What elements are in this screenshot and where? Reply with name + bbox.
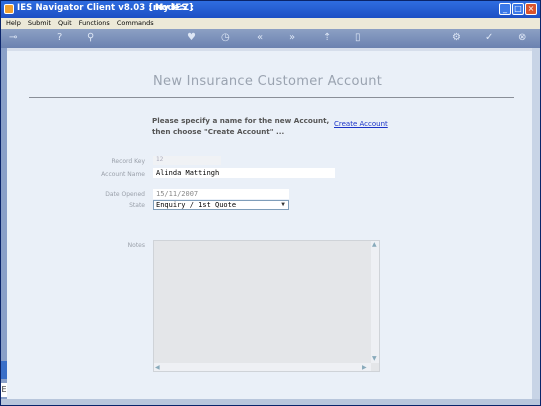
scroll-left-icon[interactable]: ◀ <box>155 364 160 371</box>
settings-icon[interactable]: ⚙ <box>452 32 461 44</box>
menu-help[interactable]: Help <box>6 19 21 27</box>
account-name-input[interactable]: Alinda Mattingh <box>153 168 335 178</box>
instruction-line-1: Please specify a name for the new Accoun… <box>152 116 330 125</box>
menu-commands[interactable]: Commands <box>117 19 154 27</box>
account-name-label: Account Name <box>101 171 145 178</box>
clock-icon[interactable]: ◷ <box>221 32 230 44</box>
toolbar: ⊸ ? ⚲ ♥ ◷ « » ⇡ ▯ ⚙ ✓ ⊗ <box>1 29 540 48</box>
record-key-label: Record Key <box>111 158 145 165</box>
menu-submit[interactable]: Submit <box>28 19 51 27</box>
date-opened-label: Date Opened <box>105 191 145 198</box>
instruction-line-2: then choose "Create Account" ... <box>152 127 285 136</box>
scroll-right-icon[interactable]: ▶ <box>362 364 367 371</box>
status-bar <box>1 399 540 405</box>
notes-textarea[interactable]: ▲ ▼ ◀ ▶ <box>153 240 380 372</box>
chevron-down-icon[interactable]: ▼ <box>279 202 287 208</box>
page-title: New Insurance Customer Account <box>153 74 383 89</box>
state-label: State <box>129 202 145 209</box>
state-select[interactable]: Enquiry / 1st Quote ▼ <box>153 200 289 210</box>
right-edge <box>532 48 540 405</box>
notes-vertical-scrollbar[interactable]: ▲ ▼ <box>371 241 379 363</box>
favorite-icon[interactable]: ♥ <box>187 32 196 44</box>
instructions: Please specify a name for the new Accoun… <box>152 115 329 137</box>
back-icon[interactable]: ⊸ <box>9 32 17 44</box>
state-value: Enquiry / 1st Quote <box>156 201 237 209</box>
close-icon[interactable]: ⊗ <box>518 32 526 44</box>
app-window: IES Navigator Client v8.03 : My IES : [m… <box>0 0 541 406</box>
notes-label: Notes <box>127 242 145 249</box>
scroll-down-icon[interactable]: ▼ <box>372 355 377 362</box>
create-account-link[interactable]: Create Account <box>334 120 388 128</box>
scroll-up-icon[interactable]: ▲ <box>372 241 377 248</box>
notes-horizontal-scrollbar[interactable]: ◀ ▶ <box>154 363 371 371</box>
title-divider <box>29 97 514 98</box>
maximize-button[interactable]: □ <box>512 3 524 15</box>
help-icon[interactable]: ? <box>57 32 62 44</box>
date-opened-field[interactable]: 15/11/2007 <box>153 189 289 199</box>
upload-icon[interactable]: ⇡ <box>323 32 331 44</box>
check-icon[interactable]: ✓ <box>485 32 493 44</box>
mode-label: [mode:Z] <box>149 3 193 13</box>
record-key-field: 12 <box>153 156 221 165</box>
copy-icon[interactable]: ▯ <box>355 32 361 44</box>
minimize-button[interactable]: _ <box>499 3 511 15</box>
close-window-button[interactable]: × <box>525 3 537 15</box>
menu-bar: Help Submit Quit Functions Commands <box>1 18 540 29</box>
app-icon <box>4 4 14 14</box>
menu-quit[interactable]: Quit <box>58 19 72 27</box>
forward-icon[interactable]: » <box>289 32 295 44</box>
menu-functions[interactable]: Functions <box>79 19 110 27</box>
title-bar[interactable]: IES Navigator Client v8.03 : My IES : [m… <box>1 1 540 18</box>
search-icon[interactable]: ⚲ <box>87 32 94 44</box>
rewind-icon[interactable]: « <box>257 32 263 44</box>
